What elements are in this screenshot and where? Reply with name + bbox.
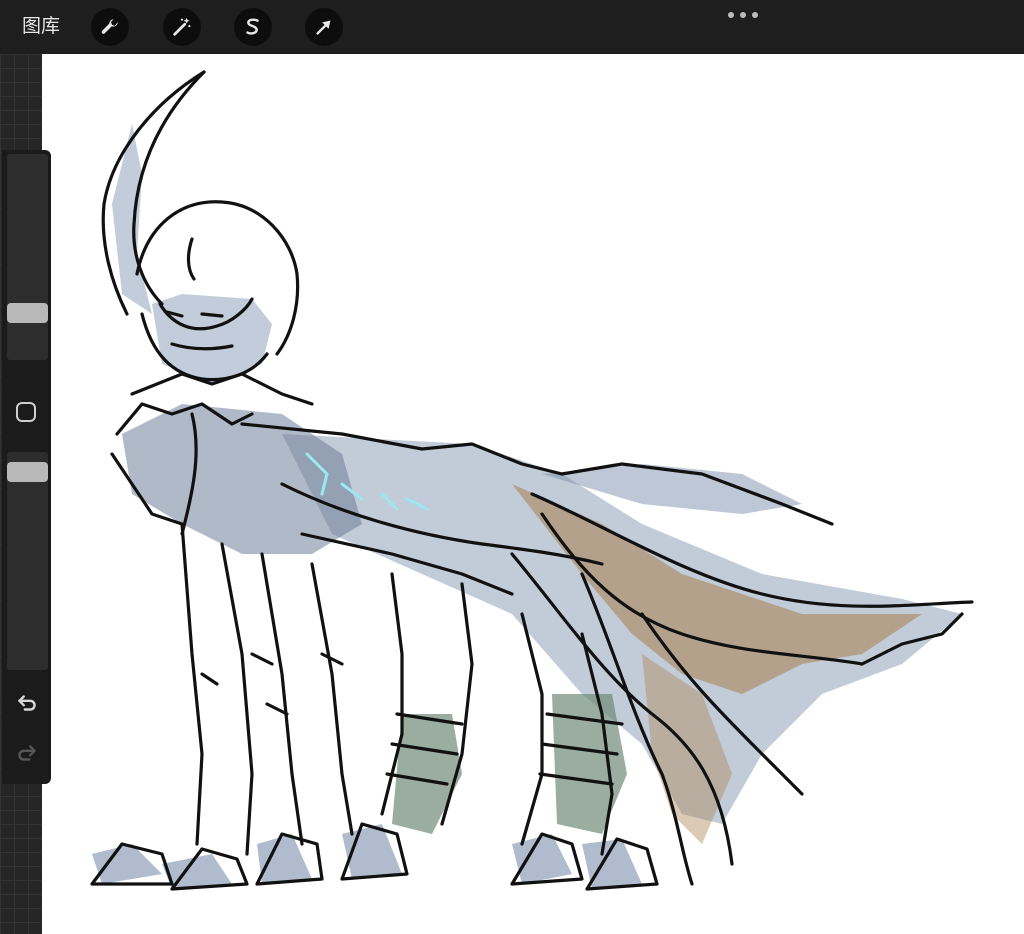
opacity-handle[interactable] (7, 462, 48, 482)
selection-s-icon (246, 18, 259, 35)
dot-icon (740, 12, 746, 18)
drawing-canvas[interactable] (42, 54, 1024, 934)
sketch-artwork (90, 70, 974, 891)
dot-icon (728, 12, 734, 18)
selection-button[interactable] (234, 8, 272, 46)
redo-button[interactable] (14, 740, 40, 766)
redo-icon (18, 745, 36, 761)
transform-button[interactable] (305, 8, 343, 46)
opacity-slider[interactable] (7, 452, 48, 670)
modify-square-icon[interactable] (16, 402, 36, 422)
side-toolbar (2, 150, 51, 784)
actions-button[interactable] (91, 8, 129, 46)
gallery-button[interactable]: 图库 (22, 14, 60, 40)
brush-size-slider[interactable] (7, 154, 48, 360)
top-toolbar: 图库 (0, 0, 1024, 54)
brush-size-handle[interactable] (7, 303, 48, 323)
adjustments-button[interactable] (163, 8, 201, 46)
more-options-button[interactable] (728, 10, 758, 20)
transform-arrow-icon (316, 20, 331, 35)
wrench-icon (101, 19, 118, 34)
magic-wand-icon (173, 17, 191, 36)
dot-icon (752, 12, 758, 18)
undo-button[interactable] (14, 690, 40, 716)
undo-icon (18, 695, 36, 711)
